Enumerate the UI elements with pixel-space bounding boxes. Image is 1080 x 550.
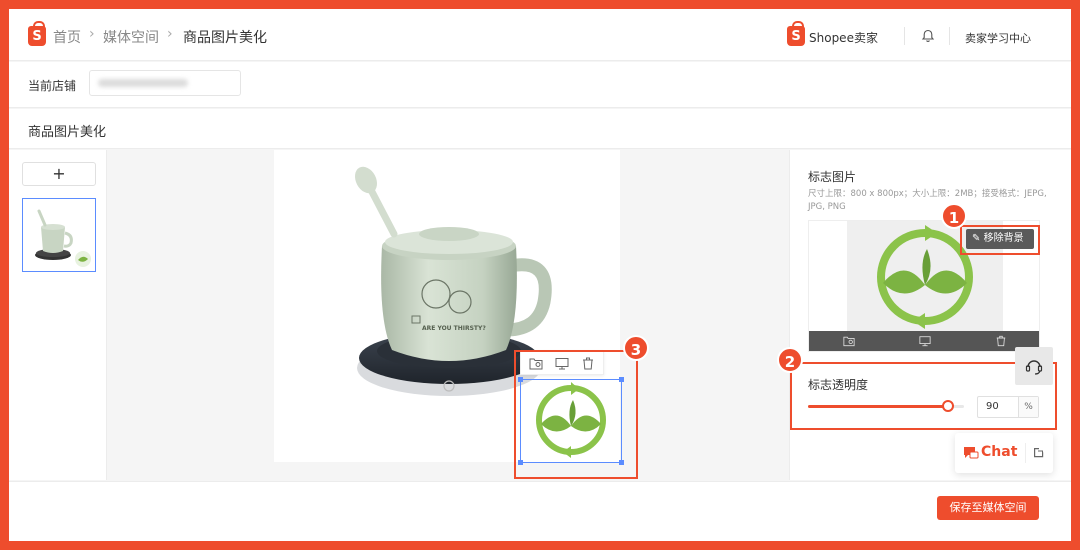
logo-image-requirements: 尺寸上限：800 x 800px；大小上限：2MB；接受格式：JEPG, JPG… bbox=[808, 189, 1047, 212]
callout-badge-1: 1 bbox=[941, 203, 967, 229]
callout-badge-2: 2 bbox=[777, 347, 803, 373]
trash-icon[interactable] bbox=[995, 335, 1007, 347]
monitor-icon[interactable] bbox=[919, 335, 931, 347]
section-header: 商品图片美化 bbox=[9, 109, 1071, 149]
save-to-media-space-button[interactable]: 保存至媒体空间 bbox=[937, 496, 1039, 520]
folder-image-icon[interactable] bbox=[843, 335, 855, 347]
app-frame: S 首页 › 媒体空间 › 商品图片美化 S Shopee卖家 卖家学习中心 当… bbox=[0, 0, 1080, 550]
shopee-logo-icon[interactable]: S bbox=[28, 21, 46, 46]
shop-row: 当前店铺 bbox=[9, 62, 1071, 108]
shopee-seller-logo-icon: S bbox=[787, 21, 805, 46]
customer-support-button[interactable] bbox=[1015, 347, 1053, 385]
top-bar: S 首页 › 媒体空间 › 商品图片美化 S Shopee卖家 卖家学习中心 bbox=[9, 9, 1071, 61]
callout-badge-3: 3 bbox=[623, 335, 649, 361]
footer-bar: 保存至媒体空间 bbox=[9, 481, 1071, 541]
breadcrumb-media-space[interactable]: 媒体空间 bbox=[103, 27, 159, 47]
callout-box-1 bbox=[960, 225, 1040, 255]
logo-preview-toolbar bbox=[809, 331, 1039, 351]
thumbnail-column: + bbox=[9, 150, 107, 480]
divider bbox=[904, 27, 905, 45]
bell-icon[interactable] bbox=[921, 29, 935, 43]
breadcrumb-current: 商品图片美化 bbox=[183, 30, 267, 46]
brand-name[interactable]: Shopee卖家 bbox=[809, 29, 878, 46]
thumbnail-mug-image bbox=[35, 209, 91, 267]
learning-center-link[interactable]: 卖家学习中心 bbox=[965, 30, 1031, 46]
settings-panel: 标志图片 尺寸上限：800 x 800px；大小上限：2MB；接受格式：JEPG… bbox=[789, 150, 1071, 480]
chat-label: Chat bbox=[981, 444, 1018, 460]
divider bbox=[949, 27, 950, 45]
chat-icon bbox=[964, 447, 979, 459]
expand-icon[interactable] bbox=[1033, 447, 1044, 458]
section-title: 商品图片美化 bbox=[28, 125, 107, 140]
image-thumbnail[interactable] bbox=[22, 198, 96, 272]
callout-box-3 bbox=[514, 350, 638, 479]
add-image-button[interactable]: + bbox=[22, 162, 96, 186]
logo-image-title: 标志图片 bbox=[808, 170, 857, 184]
divider bbox=[1025, 443, 1026, 463]
shop-label: 当前店铺 bbox=[28, 79, 77, 93]
editor-canvas-area: ARE YOU THIRSTY? bbox=[108, 150, 788, 480]
chevron-right-icon: › bbox=[89, 26, 95, 42]
chat-widget[interactable]: Chat bbox=[955, 433, 1053, 473]
mug-print-text: ARE YOU THIRSTY? bbox=[422, 325, 486, 332]
shop-name-redacted bbox=[98, 79, 188, 87]
headset-icon bbox=[1025, 360, 1043, 375]
breadcrumb-home[interactable]: 首页 bbox=[53, 27, 81, 47]
shop-selector[interactable] bbox=[89, 70, 241, 96]
chevron-right-icon: › bbox=[167, 26, 173, 42]
